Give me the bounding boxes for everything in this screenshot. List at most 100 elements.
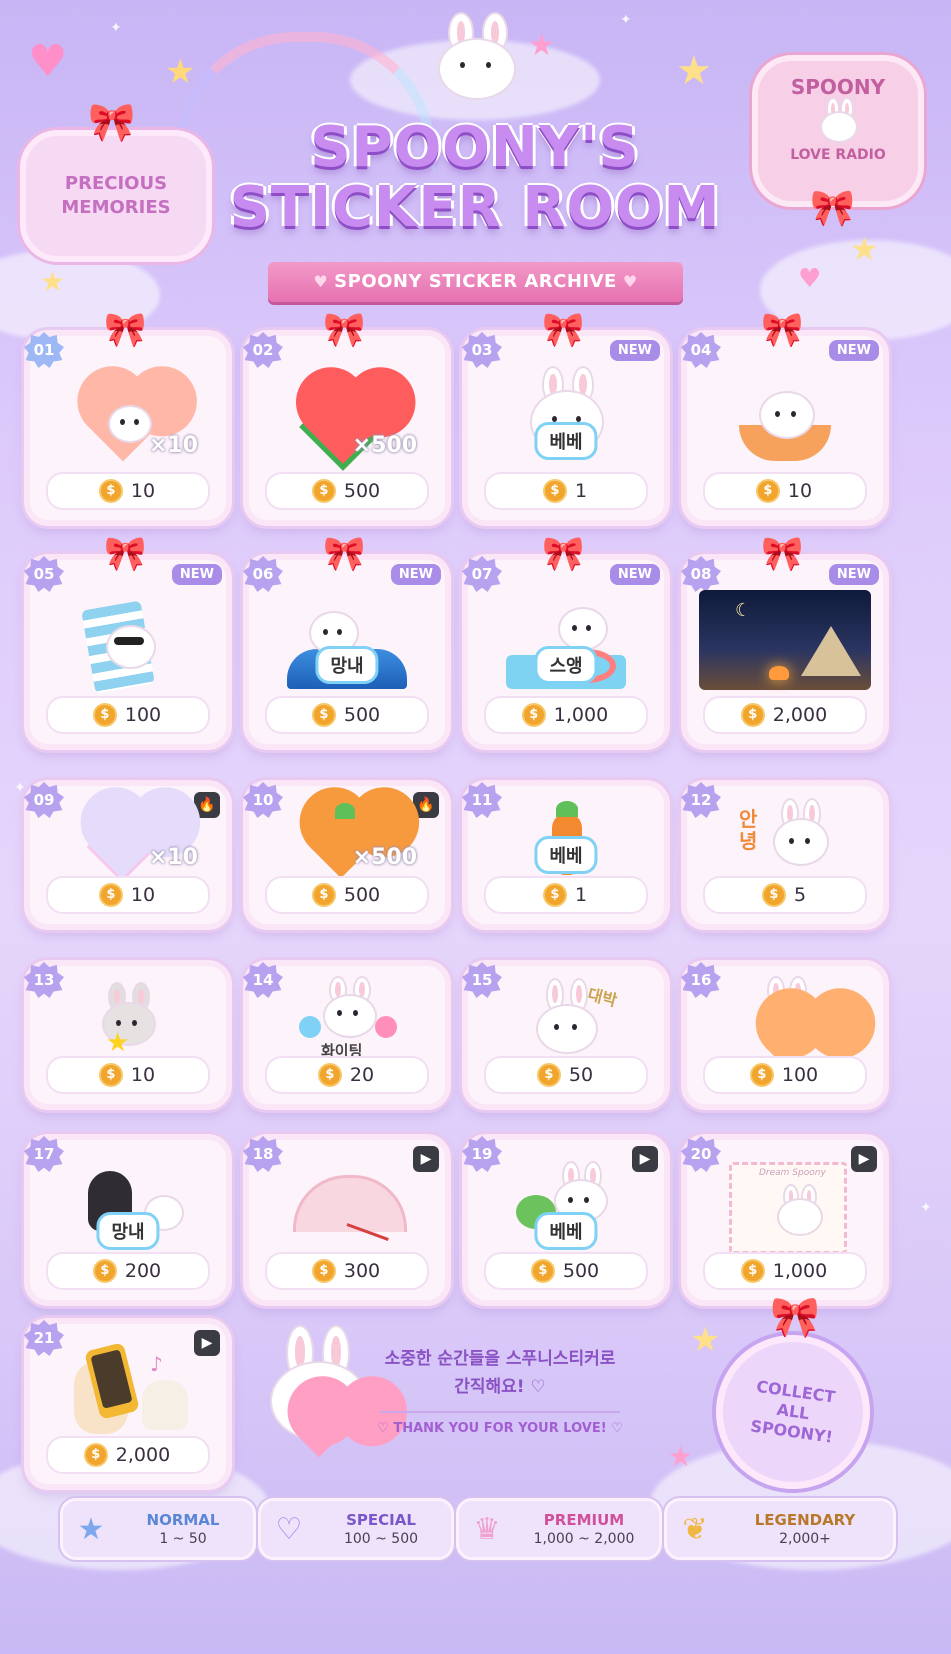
sticker-card-02[interactable]: 🎀 02 ×500 $500 <box>243 310 451 526</box>
sticker-card-14[interactable]: 14 화이팅 $20 <box>243 960 451 1110</box>
tier-legend-legendary: ❦ LEGENDARY 2,000+ <box>664 1498 896 1560</box>
sticker-card-11[interactable]: 11 베베 $1 <box>462 780 670 930</box>
star-decoration: ★ <box>668 1440 694 1473</box>
sticker-quantity: ×500 <box>352 845 417 870</box>
sticker-price-row: $1,000 <box>703 1252 867 1290</box>
sticker-price: 50 <box>568 1064 594 1086</box>
coin-icon: $ <box>532 1261 553 1281</box>
sticker-price-row: $100 <box>46 696 210 734</box>
winged-heart-icon: ❦ <box>682 1511 708 1547</box>
sticker-art-text: 안녕 <box>739 807 758 853</box>
sticker-number-badge: 05 <box>24 556 64 592</box>
sticker-price-row: $10 <box>46 1056 210 1094</box>
sticker-price: 100 <box>781 1064 819 1086</box>
new-badge: NEW <box>390 564 441 585</box>
sticker-price: 300 <box>343 1260 381 1282</box>
sticker-price-row: $10 <box>46 472 210 510</box>
sticker-price: 10 <box>787 480 813 502</box>
sticker-card-20[interactable]: 20 ▶ Dream Spoony $1,000 <box>681 1134 889 1306</box>
divider <box>380 1411 620 1413</box>
new-badge: NEW <box>609 340 660 361</box>
sticker-name-label: 스앵 <box>534 646 598 684</box>
sticker-card-04[interactable]: 🎀 04 NEW $10 <box>681 310 889 526</box>
sticker-card-12[interactable]: 12 안녕 $5 <box>681 780 889 930</box>
thanks-text: ♡ THANK YOU FOR YOUR LOVE! ♡ <box>377 1421 623 1436</box>
bow-icon: 🎀 <box>104 534 147 574</box>
sticker-art-camping-night-photo: ☾ <box>699 590 871 690</box>
sticker-card-08[interactable]: 🎀 08 NEW ☾ $2,000 <box>681 534 889 750</box>
title-line-1: SPOONY'S <box>310 115 640 180</box>
coin-icon: $ <box>313 705 334 725</box>
star-icon: ★ <box>77 1511 105 1547</box>
message-line-2: 간직해요! ♡ <box>454 1377 546 1397</box>
sticker-number-badge: 03 <box>462 332 502 368</box>
sticker-price: 500 <box>343 480 381 502</box>
bunny-icon <box>818 97 858 143</box>
sticker-quantity: ×500 <box>352 433 417 458</box>
coin-icon: $ <box>85 1445 106 1465</box>
coin-icon: $ <box>742 1261 763 1281</box>
sticker-card-13[interactable]: 13 ★ $10 <box>24 960 232 1110</box>
coin-icon: $ <box>751 1065 772 1085</box>
sticker-card-07[interactable]: 🎀 07 NEW 스앵 $1,000 <box>462 534 670 750</box>
sticker-name-label: 망내 <box>96 1212 160 1250</box>
sticker-card-01[interactable]: 🎀 01 ×10 $10 <box>24 310 232 526</box>
sticker-price: 1 <box>574 884 588 906</box>
tier-range: 1,000 ~ 2,000 <box>533 1531 635 1547</box>
subtitle-ribbon: ♥ SPOONY STICKER ARCHIVE ♥ <box>268 262 683 302</box>
badge-right-subtitle: LOVE RADIO <box>790 147 886 163</box>
badge-left-text: PRECIOUS MEMORIES <box>61 173 171 218</box>
sticker-card-19[interactable]: 19 ▶ 베베 $500 <box>462 1134 670 1306</box>
sticker-number-badge: 04 <box>681 332 721 368</box>
sticker-card-06[interactable]: 🎀 06 NEW 망내 $500 <box>243 534 451 750</box>
star-decoration: ★ <box>165 52 196 92</box>
coin-icon: $ <box>313 1261 334 1281</box>
tier-legend-normal: ★ NORMAL 1 ~ 50 <box>60 1498 256 1560</box>
sticker-number-badge: 02 <box>243 332 283 368</box>
sticker-card-21[interactable]: 21 ▶ ♪ $2,000 <box>24 1318 232 1490</box>
star-icon: ★ <box>106 1028 130 1058</box>
title-line-2: STICKER ROOM <box>229 175 721 240</box>
sticker-price-row: $100 <box>703 1056 867 1094</box>
heart-icon: ♥ <box>313 272 329 291</box>
subtitle-text: SPOONY STICKER ARCHIVE <box>334 271 617 292</box>
sticker-card-15[interactable]: 15 대박 $50 <box>462 960 670 1110</box>
sticker-price-row: $20 <box>265 1056 429 1094</box>
sticker-number-badge: 08 <box>681 556 721 592</box>
sticker-card-18[interactable]: 18 ▶ $300 <box>243 1134 451 1306</box>
sticker-name-label: 베베 <box>534 422 598 460</box>
tier-label: SPECIAL <box>346 1511 416 1529</box>
sticker-card-10[interactable]: 10 🔥 ×500 $500 <box>243 780 451 930</box>
sticker-card-09[interactable]: 09 🔥 ×10 $10 <box>24 780 232 930</box>
sticker-art-bunny-daebak: 대박 <box>488 978 644 1056</box>
bow-icon: 🎀 <box>323 310 366 350</box>
sticker-card-16[interactable]: 16 $100 <box>681 960 889 1110</box>
sticker-art-text: Dream Spoony <box>759 1168 826 1178</box>
heart-decoration: ♥ <box>28 36 68 87</box>
sticker-price-row: $1 <box>484 876 648 914</box>
heart-icon: ♡ <box>275 1511 303 1547</box>
sticker-number-badge: 07 <box>462 556 502 592</box>
bow-icon: 🎀 <box>542 534 585 574</box>
sticker-price-row: $500 <box>265 696 429 734</box>
coin-icon: $ <box>319 1065 340 1085</box>
sticker-price-row: $2,000 <box>46 1436 210 1474</box>
sticker-card-17[interactable]: 17 망내 $200 <box>24 1134 232 1306</box>
bow-icon: 🎀 <box>761 534 804 574</box>
moon-icon: ☾ <box>735 600 752 621</box>
sticker-price: 2,000 <box>115 1444 171 1466</box>
sticker-price-row: $50 <box>484 1056 648 1094</box>
sticker-name-label: 망내 <box>315 646 379 684</box>
sticker-card-03[interactable]: 🎀 03 NEW 베베 $1 <box>462 310 670 526</box>
love-radio-badge: SPOONY LOVE RADIO 🎀 <box>752 55 924 229</box>
coin-icon: $ <box>100 481 121 501</box>
thank-you-message: 소중한 순간들을 스푸니스티커로 간직해요! ♡ ♡ THANK YOU FOR… <box>370 1345 630 1463</box>
sticker-price: 2,000 <box>772 704 828 726</box>
sticker-price-row: $5 <box>703 876 867 914</box>
star-decoration: ★ <box>676 48 712 94</box>
coin-icon: $ <box>757 481 778 501</box>
sticker-card-05[interactable]: 🎀 05 NEW $100 <box>24 534 232 750</box>
sticker-price-row: $2,000 <box>703 696 867 734</box>
coin-icon: $ <box>763 885 784 905</box>
new-badge: NEW <box>828 340 879 361</box>
